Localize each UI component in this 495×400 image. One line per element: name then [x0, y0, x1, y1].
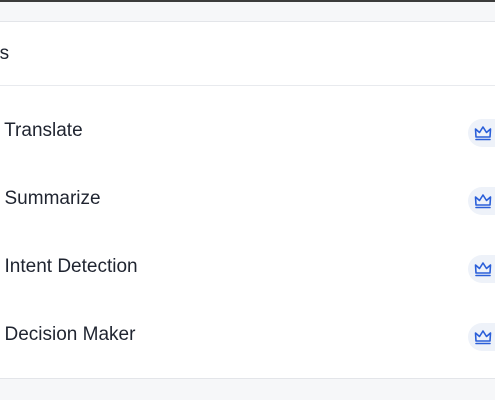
crown-icon	[474, 262, 492, 277]
premium-badge	[468, 255, 495, 283]
panel-title: ns	[0, 43, 10, 64]
list-item-label: l Decision Maker	[0, 324, 136, 345]
premium-badge	[468, 187, 495, 215]
panel-header: ns	[0, 22, 495, 86]
list-item-label: l Translate	[0, 120, 83, 141]
crown-icon	[474, 126, 492, 141]
list-item[interactable]: l Intent Detection	[0, 236, 495, 304]
crown-icon	[474, 194, 492, 209]
premium-actions-panel: ns l Translate l Summarize l Intent Dete…	[0, 21, 495, 379]
actions-list: l Translate l Summarize l Intent Detecti…	[0, 100, 495, 372]
top-divider	[0, 0, 495, 2]
list-item[interactable]: l Translate	[0, 100, 495, 168]
premium-badge	[468, 323, 495, 351]
premium-badge	[468, 119, 495, 147]
crown-icon	[474, 330, 492, 345]
list-item-label: l Intent Detection	[0, 256, 138, 277]
list-item[interactable]: l Decision Maker	[0, 304, 495, 372]
list-item[interactable]: l Summarize	[0, 168, 495, 236]
list-item-label: l Summarize	[0, 188, 101, 209]
